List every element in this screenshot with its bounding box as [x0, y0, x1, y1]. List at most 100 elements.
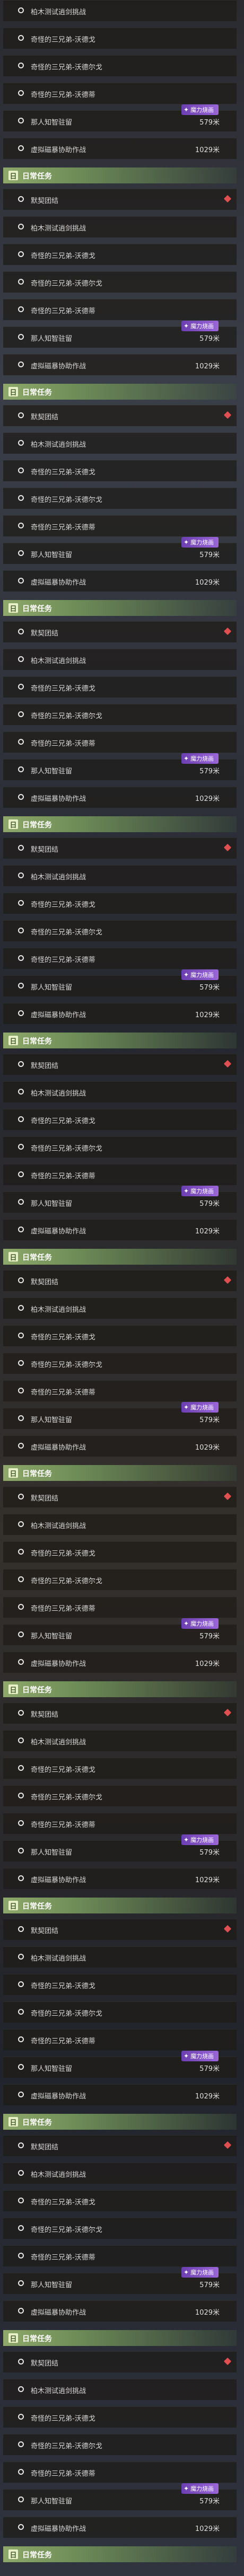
task-row[interactable]: 奇怪的三兄弟-沃德蒂 — [3, 1813, 237, 1834]
task-row[interactable]: 奇怪的三兄弟-沃德蒂 — [3, 2245, 237, 2266]
task-row[interactable]: 默契团结 — [3, 1919, 237, 1940]
task-row[interactable]: 奇怪的三兄弟-沃德尔戈 — [3, 55, 237, 76]
task-row[interactable]: 默契团结 — [3, 405, 237, 426]
section-header[interactable]: 日日常任务 — [3, 600, 237, 616]
task-label: 虚拟磁暴协助作战 — [31, 363, 86, 370]
task-row[interactable]: 柏木测试逍剑挑战 — [3, 216, 237, 237]
task-row[interactable]: 奇怪的三兄弟-沃德蒂 — [3, 1164, 237, 1185]
task-row[interactable]: 柏木测试逍剑挑战 — [3, 433, 237, 454]
task-row[interactable]: 柏木测试逍剑挑战 — [3, 1946, 237, 1968]
task-row[interactable]: 奇怪的三兄弟-沃德戈 — [3, 2406, 237, 2428]
task-row[interactable]: 虚拟磁暴协助作战 1029米 — [3, 570, 237, 592]
task-row[interactable]: 奇怪的三兄弟-沃德尔戈 — [3, 488, 237, 509]
task-row[interactable]: 那人知智驻留 579米 ✦ 魔力烧画 — [3, 2483, 237, 2510]
task-row[interactable]: 那人知智驻留 579米 ✦ 魔力烧画 — [3, 537, 237, 564]
section-header[interactable]: 日日常任务 — [3, 816, 237, 832]
task-row[interactable]: 默契团结 — [3, 621, 237, 642]
section-header[interactable]: 日日常任务 — [3, 1249, 237, 1265]
event-badge: ✦ 魔力烧画 — [181, 537, 219, 548]
task-row[interactable]: 那人知智驻留 579米 ✦ 魔力烧画 — [3, 321, 237, 348]
task-row[interactable]: 那人知智驻留 579米 ✦ 魔力烧画 — [3, 1402, 237, 1429]
task-row[interactable]: 柏木测试逍剑挑战 — [3, 865, 237, 886]
task-row[interactable]: 虚拟磁暴协助作战 1029米 — [3, 2084, 237, 2105]
task-row[interactable]: 奇怪的三兄弟-沃德蒂 — [3, 2029, 237, 2050]
task-row[interactable]: 那人知智驻留 579米 ✦ 魔力烧画 — [3, 1186, 237, 1213]
task-row[interactable]: 奇怪的三兄弟-沃德尔戈 — [3, 1569, 237, 1590]
task-row[interactable]: 柏木测试逍剑挑战 — [3, 649, 237, 670]
task-row[interactable]: 虚拟磁暴协助作战 1029米 — [3, 1219, 237, 1240]
task-row[interactable]: 奇怪的三兄弟-沃德戈 — [3, 1758, 237, 1779]
task-row[interactable]: 奇怪的三兄弟-沃德戈 — [3, 1325, 237, 1346]
task-row[interactable]: 奇怪的三兄弟-沃德戈 — [3, 1974, 237, 1995]
section-header[interactable]: 日日常任务 — [3, 384, 237, 400]
task-label: 虚拟磁暴协助作战 — [31, 2525, 86, 2533]
task-row[interactable]: 默契团结 — [3, 1702, 237, 1724]
task-label: 奇怪的三兄弟-沃德蒂 — [31, 1172, 95, 1180]
task-row[interactable]: 那人知智驻留 579米 ✦ 魔力烧画 — [3, 1834, 237, 1862]
task-row[interactable]: 奇怪的三兄弟-沃德蒂 — [3, 948, 237, 969]
section-header[interactable]: 日日常任务 — [3, 2330, 237, 2346]
task-row[interactable]: 奇怪的三兄弟-沃德戈 — [3, 1109, 237, 1130]
task-row[interactable]: 虚拟磁暴协助作战 1029米 — [3, 1868, 237, 1889]
section-header[interactable]: 日日常任务 — [3, 1033, 237, 1048]
task-row[interactable]: 奇怪的三兄弟-沃德蒂 — [3, 83, 237, 104]
task-row[interactable]: 那人知智驻留 579米 ✦ 魔力烧画 — [3, 2051, 237, 2078]
section-header[interactable]: 日日常任务 — [3, 2114, 237, 2130]
task-row[interactable]: 虚拟磁暴协助作战 1029米 — [3, 1652, 237, 1673]
task-row[interactable]: 那人知智驻留 579米 ✦ 魔力烧画 — [3, 1618, 237, 1645]
task-row[interactable]: 那人知智驻留 579米 ✦ 魔力烧画 — [3, 753, 237, 780]
task-row[interactable]: 柏木测试逍剑挑战 — [3, 2163, 237, 2184]
section-header[interactable]: 日日常任务 — [3, 1681, 237, 1697]
task-row[interactable]: 虚拟磁暴协助作战 1029米 — [3, 2517, 237, 2538]
task-row[interactable]: 奇怪的三兄弟-沃德尔戈 — [3, 920, 237, 941]
task-row[interactable]: 柏木测试逍剑挑战 — [3, 1081, 237, 1102]
section-header[interactable]: 日日常任务 — [3, 2546, 237, 2562]
task-row[interactable]: 柏木测试逍剑挑战 — [3, 0, 237, 21]
task-row[interactable]: 奇怪的三兄弟-沃德戈 — [3, 460, 237, 481]
task-row[interactable]: 奇怪的三兄弟-沃德戈 — [3, 1541, 237, 1563]
task-row[interactable]: 奇怪的三兄弟-沃德蒂 — [3, 2462, 237, 2483]
task-row[interactable]: 虚拟磁暴协助作战 1029米 — [3, 2300, 237, 2322]
task-row[interactable]: 奇怪的三兄弟-沃德戈 — [3, 893, 237, 914]
task-row[interactable]: 默契团结 — [3, 2351, 237, 2372]
task-row[interactable]: 奇怪的三兄弟-沃德尔戈 — [3, 2218, 237, 2239]
section-header[interactable]: 日日常任务 — [3, 167, 237, 183]
task-row[interactable]: 奇怪的三兄弟-沃德蒂 — [3, 1596, 237, 1618]
task-row[interactable]: 奇怪的三兄弟-沃德蒂 — [3, 1380, 237, 1401]
task-row[interactable]: 奇怪的三兄弟-沃德蒂 — [3, 515, 237, 536]
task-row[interactable]: 奇怪的三兄弟-沃德戈 — [3, 244, 237, 265]
task-row[interactable]: 默契团结 — [3, 2135, 237, 2156]
task-row[interactable]: 虚拟磁暴协助作战 1029米 — [3, 138, 237, 159]
task-row[interactable]: 虚拟磁暴协助作战 1029米 — [3, 1435, 237, 1457]
task-row[interactable]: 柏木测试逍剑挑战 — [3, 1514, 237, 1535]
task-row[interactable]: 奇怪的三兄弟-沃德尔戈 — [3, 1136, 237, 1158]
task-row[interactable]: 柏木测试逍剑挑战 — [3, 2379, 237, 2400]
task-row[interactable]: 奇怪的三兄弟-沃德尔戈 — [3, 2434, 237, 2455]
task-row[interactable]: 默契团结 — [3, 1270, 237, 1291]
task-row[interactable]: 那人知智驻留 579米 ✦ 魔力烧画 — [3, 969, 237, 996]
task-row[interactable]: 奇怪的三兄弟-沃德尔戈 — [3, 1353, 237, 1374]
task-row[interactable]: 虚拟磁暴协助作战 1029米 — [3, 787, 237, 808]
task-row[interactable]: 柏木测试逍剑挑战 — [3, 1730, 237, 1751]
section-header[interactable]: 日日常任务 — [3, 1465, 237, 1481]
task-row[interactable]: 柏木测试逍剑挑战 — [3, 1298, 237, 1319]
task-row[interactable]: 奇怪的三兄弟-沃德戈 — [3, 28, 237, 49]
task-row[interactable]: 默契团结 — [3, 1486, 237, 1507]
task-row[interactable]: 默契团结 — [3, 837, 237, 859]
task-row[interactable]: 奇怪的三兄弟-沃德戈 — [3, 676, 237, 698]
task-distance: 1029米 — [195, 795, 220, 803]
task-row[interactable]: 默契团结 — [3, 189, 237, 210]
task-row[interactable]: 奇怪的三兄弟-沃德蒂 — [3, 299, 237, 320]
task-row[interactable]: 奇怪的三兄弟-沃德尔戈 — [3, 704, 237, 725]
task-row[interactable]: 奇怪的三兄弟-沃德戈 — [3, 2190, 237, 2211]
task-row[interactable]: 奇怪的三兄弟-沃德蒂 — [3, 731, 237, 753]
task-row[interactable]: 奇怪的三兄弟-沃德尔戈 — [3, 2001, 237, 2023]
section-header[interactable]: 日日常任务 — [3, 1898, 237, 1913]
task-row[interactable]: 那人知智驻留 579米 ✦ 魔力烧画 — [3, 2267, 237, 2294]
task-row[interactable]: 奇怪的三兄弟-沃德尔戈 — [3, 271, 237, 293]
task-row[interactable]: 虚拟磁暴协助作战 1029米 — [3, 354, 237, 375]
task-row[interactable]: 奇怪的三兄弟-沃德尔戈 — [3, 1785, 237, 1806]
task-row[interactable]: 虚拟磁暴协助作战 1029米 — [3, 1003, 237, 1024]
task-row[interactable]: 那人知智驻留 579米 ✦ 魔力烧画 — [3, 104, 237, 131]
task-row[interactable]: 默契团结 — [3, 1054, 237, 1075]
